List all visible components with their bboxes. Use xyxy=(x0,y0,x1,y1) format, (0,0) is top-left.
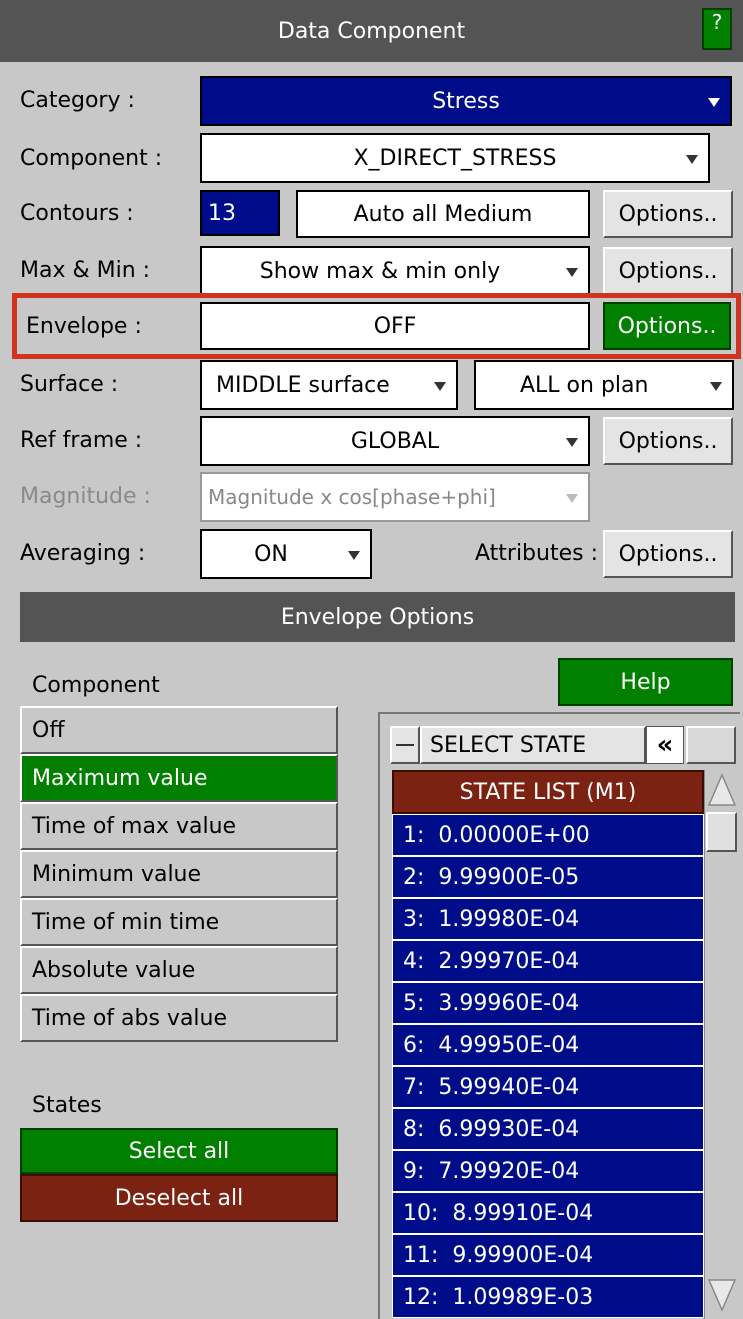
chevron-down-icon xyxy=(566,438,578,447)
component-option-absolute-value[interactable]: Absolute value xyxy=(20,946,338,994)
ref-frame-options-button[interactable]: Options.. xyxy=(603,417,733,465)
contour-mode-button[interactable]: Auto all Medium xyxy=(296,190,590,238)
state-list-item[interactable]: 3: 1.99980E-04 xyxy=(392,898,704,940)
maxmin-dropdown[interactable]: Show max & min only xyxy=(200,246,590,296)
envelope-options-header: Envelope Options xyxy=(20,592,735,642)
state-list-item[interactable]: 8: 6.99930E-04 xyxy=(392,1108,704,1150)
magnitude-label: Magnitude : xyxy=(20,483,151,509)
attributes-label: Attributes : xyxy=(474,540,598,566)
component-option-time-of-max-value[interactable]: Time of max value xyxy=(20,802,338,850)
state-list: 1: 0.00000E+00 2: 9.99900E-05 3: 1.99980… xyxy=(392,814,704,1319)
state-list-item[interactable]: 11: 9.99900E-04 xyxy=(392,1234,704,1276)
state-list-window-button[interactable] xyxy=(686,726,736,764)
component-option-maximum-value[interactable]: Maximum value xyxy=(20,754,338,802)
collapse-icon[interactable]: « xyxy=(646,726,684,764)
maxmin-label: Max & Min : xyxy=(20,257,151,283)
panel-title-bar: Data Component xyxy=(0,0,743,62)
contours-label: Contours : xyxy=(20,200,134,226)
state-list-item[interactable]: 5: 3.99960E-04 xyxy=(392,982,704,1024)
component-value: X_DIRECT_STRESS xyxy=(353,145,557,171)
state-list-header: STATE LIST (M1) xyxy=(392,770,704,814)
select-all-button[interactable]: Select all xyxy=(20,1128,338,1174)
envelope-help-button[interactable]: Help xyxy=(558,658,733,706)
deselect-all-button[interactable]: Deselect all xyxy=(20,1174,338,1222)
component-option-off[interactable]: Off xyxy=(20,706,338,754)
chevron-down-icon xyxy=(566,268,578,277)
state-list-item[interactable]: 10: 8.99910E-04 xyxy=(392,1192,704,1234)
state-list-item[interactable]: 1: 0.00000E+00 xyxy=(392,814,704,856)
category-dropdown[interactable]: Stress xyxy=(200,76,732,126)
states-heading: States xyxy=(32,1092,102,1118)
averaging-label: Averaging : xyxy=(20,540,146,566)
minus-icon xyxy=(396,744,414,746)
chevron-down-icon xyxy=(348,551,360,560)
averaging-dropdown[interactable]: ON xyxy=(200,529,372,579)
surface-plan-dropdown[interactable]: ALL on plan xyxy=(474,360,734,410)
ref-frame-label: Ref frame : xyxy=(20,427,143,453)
surface-dropdown[interactable]: MIDDLE surface xyxy=(200,360,458,410)
attributes-options-button[interactable]: Options.. xyxy=(603,530,733,578)
component-option-time-of-abs-value[interactable]: Time of abs value xyxy=(20,994,338,1042)
help-icon[interactable]: ? xyxy=(702,8,732,50)
ref-frame-dropdown[interactable]: GLOBAL xyxy=(200,416,590,466)
state-list-scrollbar[interactable] xyxy=(704,770,738,1319)
chevron-down-icon xyxy=(708,98,720,107)
state-list-item[interactable]: 7: 5.99940E-04 xyxy=(392,1066,704,1108)
envelope-component-list: Off Maximum value Time of max value Mini… xyxy=(20,706,338,1042)
state-list-item[interactable]: 9: 7.99920E-04 xyxy=(392,1150,704,1192)
state-list-item[interactable]: 12: 1.09989E-03 xyxy=(392,1276,704,1318)
component-dropdown[interactable]: X_DIRECT_STRESS xyxy=(200,133,710,183)
select-state-button[interactable]: SELECT STATE xyxy=(420,726,646,764)
scroll-up-icon[interactable] xyxy=(705,770,738,810)
maxmin-options-button[interactable]: Options.. xyxy=(603,247,733,295)
component-option-time-of-min-time[interactable]: Time of min time xyxy=(20,898,338,946)
component-label: Component : xyxy=(20,145,163,171)
envelope-options-button[interactable]: Options.. xyxy=(603,302,731,350)
chevron-down-icon xyxy=(434,382,446,391)
state-list-minimize-button[interactable] xyxy=(390,726,420,764)
envelope-component-heading: Component xyxy=(32,672,160,698)
contour-count-input[interactable]: 13 xyxy=(200,190,280,236)
state-list-item[interactable]: 2: 9.99900E-05 xyxy=(392,856,704,898)
envelope-label: Envelope : xyxy=(26,313,142,339)
contour-options-button[interactable]: Options.. xyxy=(603,190,733,238)
envelope-dropdown[interactable]: OFF xyxy=(200,302,590,350)
component-option-minimum-value[interactable]: Minimum value xyxy=(20,850,338,898)
surface-label: Surface : xyxy=(20,371,119,397)
category-value: Stress xyxy=(432,88,500,114)
contour-count-value: 13 xyxy=(208,200,236,226)
chevron-down-icon xyxy=(566,494,578,503)
chevron-down-icon xyxy=(710,382,722,391)
chevron-down-icon xyxy=(686,155,698,164)
state-list-item[interactable]: 4: 2.99970E-04 xyxy=(392,940,704,982)
scroll-down-icon[interactable] xyxy=(705,1275,738,1315)
scrollbar-thumb[interactable] xyxy=(706,812,737,852)
panel-title: Data Component xyxy=(277,18,466,44)
category-label: Category : xyxy=(20,87,135,113)
magnitude-dropdown[interactable]: Magnitude x cos[phase+phi] xyxy=(200,472,590,522)
state-list-item[interactable]: 6: 4.99950E-04 xyxy=(392,1024,704,1066)
